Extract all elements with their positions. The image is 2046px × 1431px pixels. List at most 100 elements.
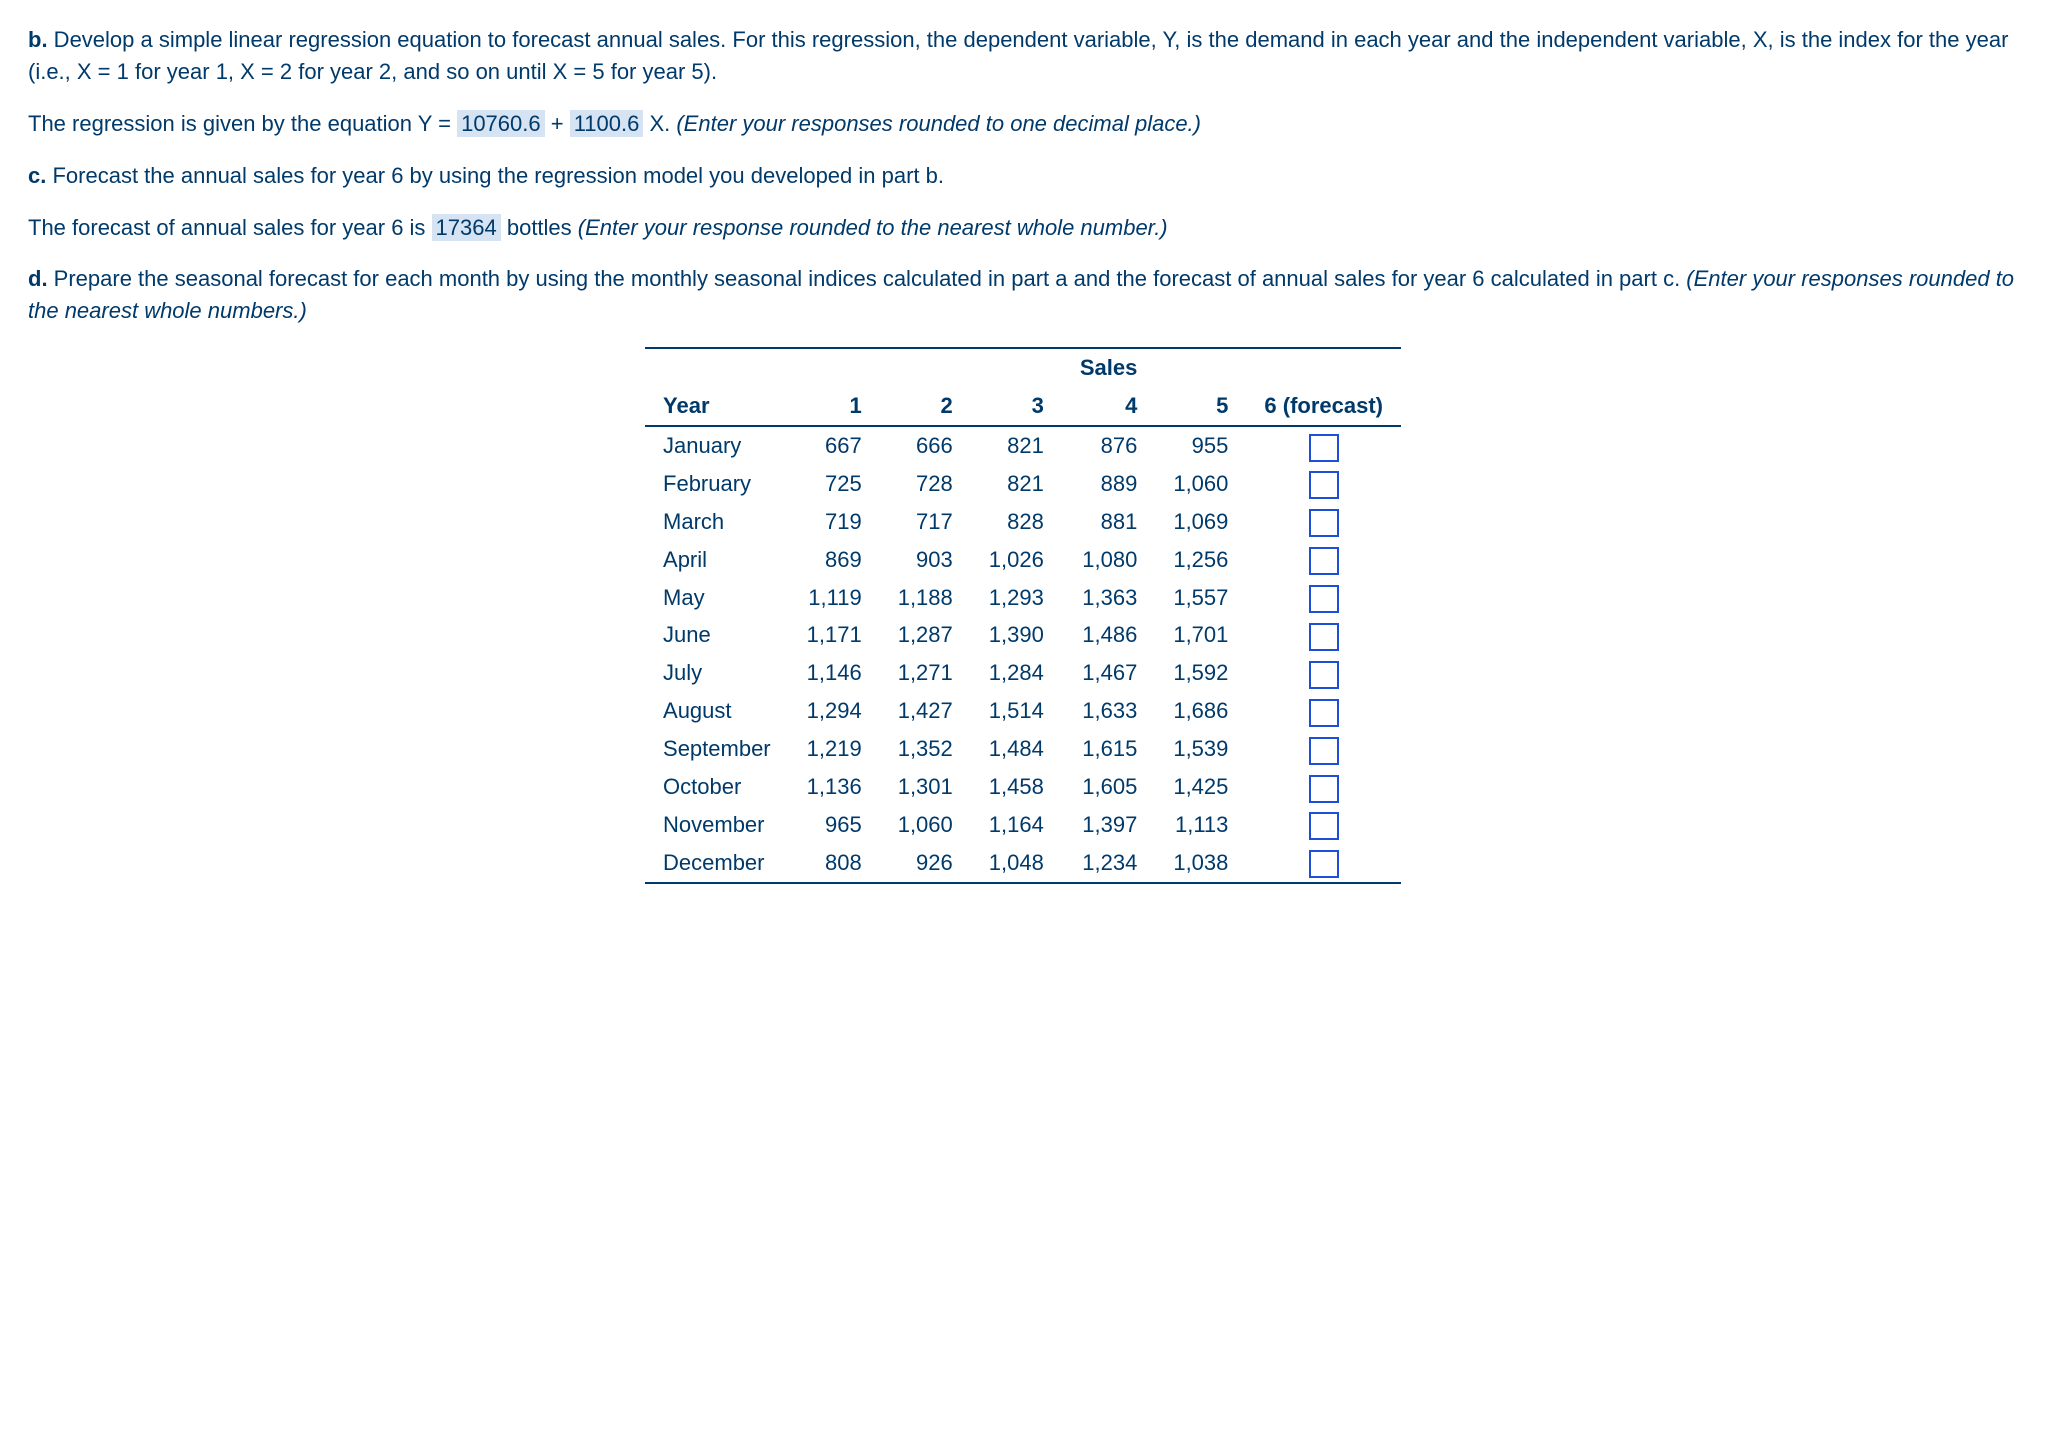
table-row: July1,1461,2711,2841,4671,592 — [645, 654, 1401, 692]
month-cell: January — [645, 426, 789, 465]
forecast-input[interactable] — [1309, 775, 1339, 803]
value-cell: 1,397 — [1062, 806, 1156, 844]
eq-note: (Enter your responses rounded to one dec… — [676, 111, 1201, 136]
forecast-cell — [1246, 768, 1401, 806]
forecast-cell — [1246, 654, 1401, 692]
value-cell: 1,390 — [971, 616, 1062, 654]
value-cell: 1,363 — [1062, 579, 1156, 617]
value-cell: 1,080 — [1062, 541, 1156, 579]
forecast-input[interactable] — [1309, 623, 1339, 651]
forecast-cell — [1246, 426, 1401, 465]
value-cell: 1,119 — [789, 579, 880, 617]
value-cell: 881 — [1062, 503, 1156, 541]
value-cell: 1,425 — [1155, 768, 1246, 806]
table-row: December8089261,0481,2341,038 — [645, 844, 1401, 883]
month-cell: September — [645, 730, 789, 768]
month-cell: June — [645, 616, 789, 654]
forecast-cell — [1246, 692, 1401, 730]
month-cell: August — [645, 692, 789, 730]
value-cell: 719 — [789, 503, 880, 541]
part-d-label: d. — [28, 266, 48, 291]
forecast-input[interactable] — [1309, 737, 1339, 765]
month-cell: May — [645, 579, 789, 617]
forecast-input[interactable] — [1309, 661, 1339, 689]
value-cell: 1,293 — [971, 579, 1062, 617]
table-row: May1,1191,1881,2931,3631,557 — [645, 579, 1401, 617]
forecast-input[interactable] — [1309, 585, 1339, 613]
forecast-input[interactable] — [1309, 850, 1339, 878]
col-forecast: 6 (forecast) — [1246, 387, 1401, 426]
col-3: 3 — [971, 387, 1062, 426]
table-row: January667666821876955 — [645, 426, 1401, 465]
value-cell: 1,038 — [1155, 844, 1246, 883]
forecast-input[interactable] — [1309, 434, 1339, 462]
value-cell: 1,633 — [1062, 692, 1156, 730]
value-cell: 965 — [789, 806, 880, 844]
col-5: 5 — [1155, 387, 1246, 426]
sales-table: Sales Year 1 2 3 4 5 6 (forecast) Januar… — [645, 347, 1401, 883]
value-cell: 1,514 — [971, 692, 1062, 730]
eq-lead: The regression is given by the equation … — [28, 111, 457, 136]
forecast-input[interactable] — [1309, 547, 1339, 575]
year-header: Year — [645, 387, 789, 426]
fc-tail: bottles — [501, 215, 578, 240]
part-c-label: c. — [28, 163, 46, 188]
value-cell: 1,557 — [1155, 579, 1246, 617]
eq-intercept-value: 10760.6 — [457, 110, 545, 137]
value-cell: 728 — [880, 465, 971, 503]
table-row: November9651,0601,1641,3971,113 — [645, 806, 1401, 844]
col-1: 1 — [789, 387, 880, 426]
part-d-prompt: d. Prepare the seasonal forecast for eac… — [28, 263, 2018, 327]
value-cell: 1,188 — [880, 579, 971, 617]
value-cell: 903 — [880, 541, 971, 579]
value-cell: 1,234 — [1062, 844, 1156, 883]
value-cell: 1,484 — [971, 730, 1062, 768]
forecast-cell — [1246, 579, 1401, 617]
forecast-cell — [1246, 503, 1401, 541]
forecast-input[interactable] — [1309, 812, 1339, 840]
month-cell: December — [645, 844, 789, 883]
value-cell: 1,284 — [971, 654, 1062, 692]
forecast-input[interactable] — [1309, 509, 1339, 537]
value-cell: 1,592 — [1155, 654, 1246, 692]
value-cell: 1,294 — [789, 692, 880, 730]
value-cell: 1,026 — [971, 541, 1062, 579]
value-cell: 876 — [1062, 426, 1156, 465]
month-cell: November — [645, 806, 789, 844]
forecast-cell — [1246, 730, 1401, 768]
table-row: August1,2941,4271,5141,6331,686 — [645, 692, 1401, 730]
month-cell: February — [645, 465, 789, 503]
value-cell: 955 — [1155, 426, 1246, 465]
table-row: April8699031,0261,0801,256 — [645, 541, 1401, 579]
table-row: October1,1361,3011,4581,6051,425 — [645, 768, 1401, 806]
value-cell: 1,060 — [1155, 465, 1246, 503]
value-cell: 1,048 — [971, 844, 1062, 883]
value-cell: 1,427 — [880, 692, 971, 730]
eq-slope-value: 1100.6 — [570, 110, 644, 137]
fc-lead: The forecast of annual sales for year 6 … — [28, 215, 432, 240]
part-c-answer: The forecast of annual sales for year 6 … — [28, 212, 2018, 244]
col-4: 4 — [1062, 387, 1156, 426]
forecast-cell — [1246, 465, 1401, 503]
forecast-input[interactable] — [1309, 471, 1339, 499]
value-cell: 889 — [1062, 465, 1156, 503]
part-c-text: Forecast the annual sales for year 6 by … — [46, 163, 944, 188]
value-cell: 828 — [971, 503, 1062, 541]
value-cell: 869 — [789, 541, 880, 579]
part-c-prompt: c. Forecast the annual sales for year 6 … — [28, 160, 2018, 192]
value-cell: 1,686 — [1155, 692, 1246, 730]
fc-value: 17364 — [432, 214, 501, 241]
value-cell: 1,352 — [880, 730, 971, 768]
value-cell: 1,458 — [971, 768, 1062, 806]
value-cell: 1,615 — [1062, 730, 1156, 768]
forecast-input[interactable] — [1309, 699, 1339, 727]
value-cell: 667 — [789, 426, 880, 465]
value-cell: 1,287 — [880, 616, 971, 654]
value-cell: 1,171 — [789, 616, 880, 654]
value-cell: 1,113 — [1155, 806, 1246, 844]
value-cell: 821 — [971, 426, 1062, 465]
value-cell: 808 — [789, 844, 880, 883]
table-row: February7257288218891,060 — [645, 465, 1401, 503]
table-row: March7197178288811,069 — [645, 503, 1401, 541]
table-row: June1,1711,2871,3901,4861,701 — [645, 616, 1401, 654]
